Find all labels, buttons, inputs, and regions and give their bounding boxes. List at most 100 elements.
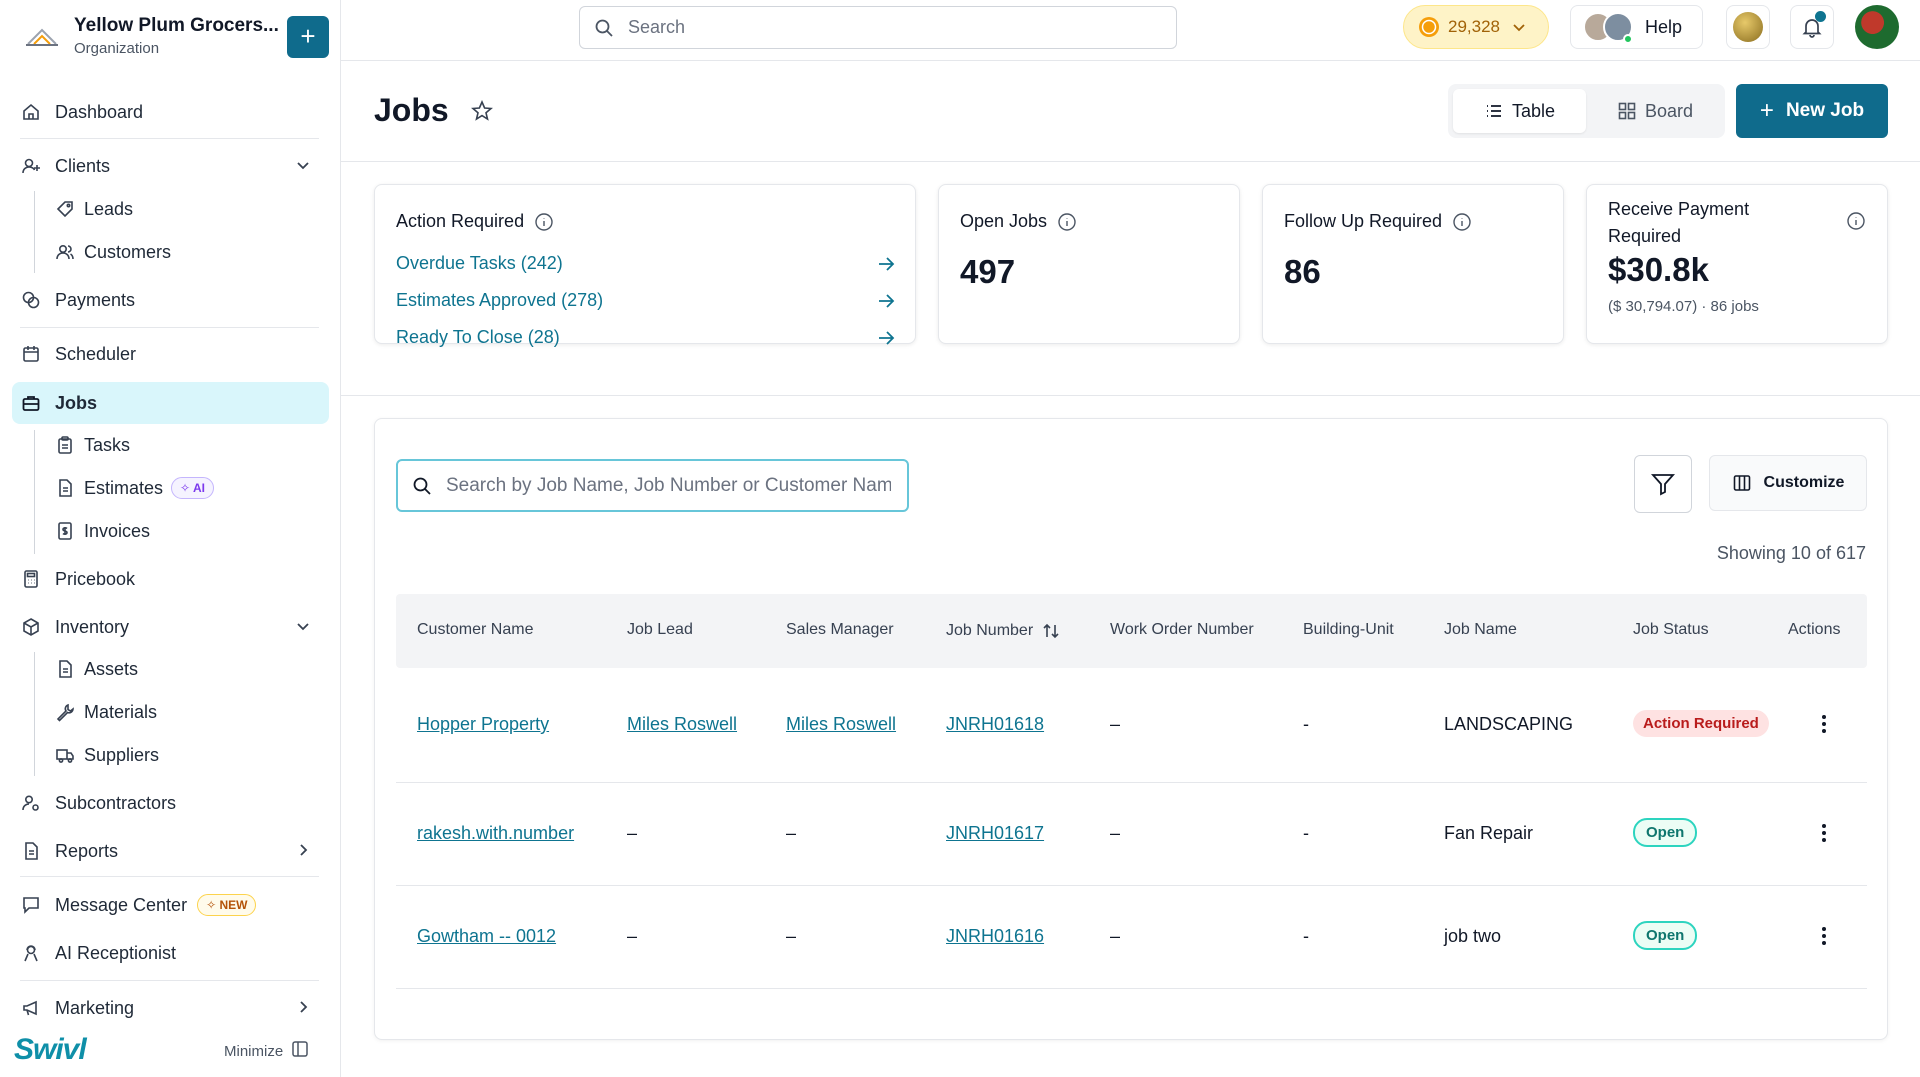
truck-icon — [54, 744, 76, 766]
sidebar-item-materials[interactable]: Materials — [48, 692, 329, 732]
sidebar-item-estimates[interactable]: Estimates ✧ AI — [48, 468, 329, 508]
sidebar-item-dashboard[interactable]: Dashboard — [12, 92, 329, 132]
job-lead-link[interactable]: Miles Roswell — [627, 714, 737, 735]
users-icon — [54, 241, 76, 263]
sidebar-item-label: Payments — [55, 289, 136, 310]
sidebar-item-suppliers[interactable]: Suppliers — [48, 735, 329, 775]
more-vertical-icon — [1822, 715, 1826, 733]
sales-manager-link[interactable]: Miles Roswell — [786, 714, 896, 735]
job-lead-cell: – — [627, 823, 638, 843]
sidebar-item-leads[interactable]: Leads — [48, 189, 329, 229]
row-actions-button[interactable] — [1814, 712, 1834, 736]
table-view-button[interactable]: Table — [1453, 89, 1586, 133]
column-header-job-status[interactable]: Job Status — [1633, 621, 1709, 639]
global-search-input[interactable] — [628, 17, 1148, 38]
sidebar-item-message-center[interactable]: Message Center ✧ NEW — [12, 885, 329, 925]
sidebar-item-inventory[interactable]: Inventory — [12, 607, 329, 647]
table-row[interactable]: Hopper Property Miles Roswell Miles Rosw… — [396, 669, 1867, 783]
chevron-right-icon — [300, 844, 308, 856]
user-avatar[interactable] — [1855, 5, 1899, 49]
sidebar-item-label: Message Center — [55, 894, 188, 915]
chevron-down-icon — [297, 623, 309, 631]
card-title: Action Required — [396, 211, 554, 232]
org-subtitle: Organization — [74, 40, 160, 57]
info-icon[interactable] — [1452, 212, 1472, 232]
sidebar-item-subcontractors[interactable]: Subcontractors — [12, 783, 329, 823]
sidebar-item-label: Assets — [84, 658, 139, 679]
chat-icon — [20, 894, 42, 916]
top-bar: 29,328 Help — [341, 0, 1920, 61]
column-header-job-number[interactable]: Job Number — [946, 621, 1061, 641]
sidebar-item-pricebook[interactable]: Pricebook — [12, 559, 329, 599]
job-search-input[interactable] — [446, 474, 891, 497]
table-row[interactable]: Gowtham -- 0012 – – JNRH01616 – - job tw… — [396, 886, 1867, 989]
clipboard-icon — [54, 434, 76, 456]
brand-logo: Swivl — [14, 1033, 87, 1066]
customer-link[interactable]: rakesh.with.number — [417, 823, 574, 844]
report-icon — [20, 840, 42, 862]
work-order-cell: – — [1110, 823, 1121, 843]
sidebar-item-customers[interactable]: Customers — [48, 232, 329, 272]
job-number-link[interactable]: JNRH01617 — [946, 823, 1044, 844]
customer-link[interactable]: Hopper Property — [417, 714, 549, 735]
info-icon[interactable] — [1846, 211, 1866, 231]
job-number-link[interactable]: JNRH01618 — [946, 714, 1044, 735]
overdue-tasks-link[interactable]: Overdue Tasks (242) — [396, 253, 896, 274]
notification-dot — [1815, 11, 1826, 22]
board-view-button[interactable]: Board — [1590, 89, 1720, 133]
open-jobs-card[interactable]: Open Jobs 497 — [938, 184, 1240, 344]
help-button[interactable]: Help — [1570, 5, 1703, 49]
star-icon[interactable] — [471, 100, 493, 122]
receive-payment-card[interactable]: Receive Payment Required $30.8k ($ 30,79… — [1586, 184, 1888, 344]
table-row[interactable]: rakesh.with.number – – JNRH01617 – - Fan… — [396, 783, 1867, 886]
column-header-building-unit[interactable]: Building-Unit — [1303, 621, 1394, 639]
job-search[interactable] — [396, 459, 909, 512]
row-actions-button[interactable] — [1814, 924, 1834, 948]
status-badge: Open — [1633, 818, 1698, 847]
row-actions-button[interactable] — [1814, 821, 1834, 845]
gold-coin-icon — [1733, 12, 1763, 42]
wrench-icon — [54, 701, 76, 723]
arrow-right-icon — [879, 256, 895, 271]
list-icon — [1486, 105, 1501, 117]
sidebar-item-invoices[interactable]: Invoices — [48, 511, 329, 551]
follow-up-card[interactable]: Follow Up Required 86 — [1262, 184, 1564, 344]
sidebar-item-ai-receptionist[interactable]: AI Receptionist — [12, 933, 329, 973]
ready-to-close-link[interactable]: Ready To Close (28) — [396, 327, 896, 348]
quick-add-button[interactable]: + — [287, 16, 329, 58]
column-header-customer-name[interactable]: Customer Name — [417, 621, 533, 639]
job-number-link[interactable]: JNRH01616 — [946, 926, 1044, 947]
search-icon — [413, 477, 431, 495]
sidebar-item-marketing[interactable]: Marketing — [12, 988, 329, 1028]
sidebar-item-assets[interactable]: Assets — [48, 649, 329, 689]
building-unit-cell: - — [1303, 823, 1309, 843]
column-header-work-order-number[interactable]: Work Order Number — [1110, 621, 1254, 639]
notifications-button[interactable] — [1790, 5, 1834, 49]
sidebar-item-label: Pricebook — [55, 568, 136, 589]
rewards-button[interactable] — [1726, 5, 1770, 49]
minimize-button[interactable]: Minimize — [224, 1040, 309, 1062]
coins-balance-button[interactable]: 29,328 — [1403, 5, 1549, 49]
sidebar-item-tasks[interactable]: Tasks — [48, 425, 329, 465]
info-icon[interactable] — [534, 212, 554, 232]
info-icon[interactable] — [1057, 212, 1077, 232]
sidebar-item-scheduler[interactable]: Scheduler — [12, 334, 329, 374]
sidebar-item-reports[interactable]: Reports — [12, 831, 329, 871]
column-header-job-name[interactable]: Job Name — [1444, 621, 1517, 639]
arrow-right-icon — [879, 293, 895, 308]
customize-columns-button[interactable]: Customize — [1709, 455, 1867, 511]
new-job-button[interactable]: + New Job — [1736, 84, 1888, 138]
column-header-sales-manager[interactable]: Sales Manager — [786, 621, 894, 639]
customer-link[interactable]: Gowtham -- 0012 — [417, 926, 556, 947]
column-header-job-lead[interactable]: Job Lead — [627, 621, 693, 639]
global-search[interactable] — [579, 6, 1177, 49]
sidebar-item-payments[interactable]: Payments — [12, 280, 329, 320]
filter-button[interactable] — [1634, 455, 1692, 513]
status-badge: Open — [1633, 921, 1698, 950]
estimates-approved-link[interactable]: Estimates Approved (278) — [396, 290, 896, 311]
sort-icon[interactable] — [1041, 621, 1061, 641]
sidebar-item-jobs[interactable]: Jobs — [12, 382, 329, 424]
coins-icon — [20, 289, 42, 311]
sidebar-item-label: Scheduler — [55, 343, 137, 364]
sidebar-item-clients[interactable]: Clients — [12, 146, 329, 186]
